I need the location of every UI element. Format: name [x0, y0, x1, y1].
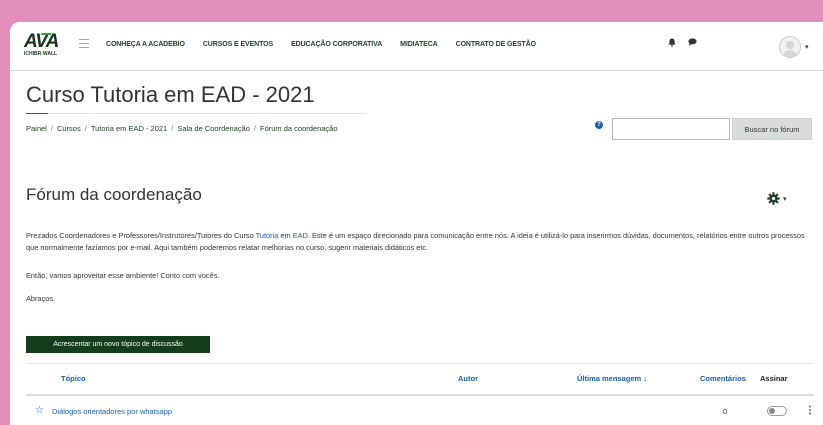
title-divider: [26, 113, 366, 114]
forum-search-input[interactable]: [612, 118, 730, 140]
forum-title: Fórum da coordenação: [26, 185, 202, 204]
ava-logo[interactable]: AVA ICHIBR·WALL: [24, 29, 64, 60]
sort-descending-icon: ↓: [643, 374, 648, 383]
breadcrumb-cursos[interactable]: Cursos: [57, 124, 81, 133]
forum-description: Prezados Coordenadores e Professores/Ins…: [26, 231, 805, 252]
gear-icon[interactable]: [767, 192, 780, 207]
link-ead[interactable]: EAD: [293, 231, 308, 240]
user-menu-caret-icon[interactable]: ▾: [805, 43, 809, 51]
main-nav: CONHEÇA A ACADEBIO CURSOS E EVENTOS EDUC…: [106, 41, 554, 48]
nav-link-contrato-gestao[interactable]: CONTRATO DE GESTÃO: [456, 41, 536, 48]
user-avatar[interactable]: [779, 36, 801, 58]
breadcrumb-sala[interactable]: Sala de Coordenação: [177, 124, 250, 133]
breadcrumb-forum[interactable]: Fórum da coordenação: [260, 124, 338, 133]
hamburger-menu-icon[interactable]: [79, 39, 89, 48]
column-comments[interactable]: Comentários: [700, 374, 746, 383]
course-title: Curso Tutoria em EAD - 2021: [26, 82, 315, 107]
column-author[interactable]: Autor: [458, 374, 478, 383]
forum-search-button[interactable]: Buscar no fórum: [732, 118, 812, 140]
browser-page: AVA ICHIBR·WALL CONHEÇA A ACADEBIO CURSO…: [10, 22, 823, 425]
topic-link[interactable]: Diálogos orientadores por whatsapp: [52, 407, 172, 416]
bell-icon[interactable]: [668, 38, 676, 49]
column-topic[interactable]: Tópico: [61, 374, 86, 383]
breadcrumb: Painel / Cursos / Tutoria em EAD - 2021/Sala…: [26, 124, 338, 133]
column-last-post[interactable]: Última mensagem ↓: [577, 374, 647, 383]
comment-count: 0: [723, 407, 728, 416]
subscribe-toggle[interactable]: [767, 406, 787, 416]
top-navbar: AVA ICHIBR·WALL CONHEÇA A ACADEBIO CURSO…: [10, 22, 823, 71]
gear-caret-icon[interactable]: ▾: [783, 195, 787, 203]
table-row: ☆ Diálogos orientadores por whatsapp 0 ⋮: [26, 395, 815, 425]
description-paragraph-3: Abraços.: [26, 294, 56, 303]
discussion-table-header: Tópico Autor Última mensagem ↓ Comentári…: [26, 363, 814, 396]
link-tutoria[interactable]: Tutoria: [256, 231, 279, 240]
breadcrumb-course[interactable]: Tutoria em EAD - 2021: [91, 124, 167, 133]
help-icon[interactable]: ?: [595, 121, 603, 129]
nav-link-cursos-eventos[interactable]: CURSOS E EVENTOS: [203, 41, 273, 48]
row-menu-icon[interactable]: ⋮: [805, 405, 815, 416]
description-paragraph-2: Então, vamos aproveitar esse ambiente! C…: [26, 271, 220, 280]
star-icon[interactable]: ☆: [35, 405, 44, 416]
column-subscribe: Assinar: [760, 374, 788, 383]
logo-subtext: ICHIBR·WALL: [24, 51, 58, 57]
chat-bubble-icon[interactable]: [688, 38, 697, 48]
nav-link-midiateca[interactable]: MIDIATECA: [400, 41, 438, 48]
add-discussion-topic-button[interactable]: Acrescentar um novo tópico de discussão: [26, 336, 210, 353]
nav-link-educacao-corporativa[interactable]: EDUCAÇÃO CORPORATIVA: [291, 41, 382, 48]
nav-link-conheca[interactable]: CONHEÇA A ACADEBIO: [106, 41, 185, 48]
breadcrumb-painel[interactable]: Painel: [26, 124, 47, 133]
